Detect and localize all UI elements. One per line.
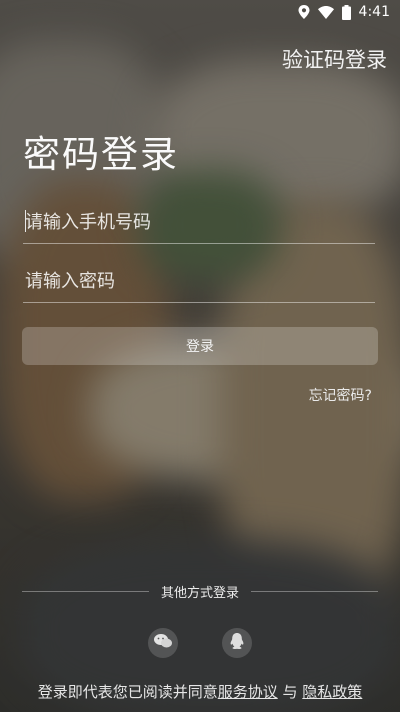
forgot-password-link[interactable]: 忘记密码? xyxy=(309,385,372,405)
password-field[interactable] xyxy=(23,260,379,303)
login-button[interactable]: 登录 xyxy=(22,327,378,365)
status-time: 4:41 xyxy=(358,4,390,20)
switch-to-sms-login-link[interactable]: 验证码登录 xyxy=(282,44,387,74)
login-button-label: 登录 xyxy=(186,339,214,355)
service-terms-link[interactable]: 服务协议 xyxy=(218,683,278,701)
text-cursor xyxy=(25,210,26,232)
divider-line-right xyxy=(251,590,379,592)
other-login-label: 其他方式登录 xyxy=(161,585,240,601)
qq-login-button[interactable] xyxy=(222,628,252,658)
phone-input[interactable] xyxy=(23,201,379,243)
agreement-prefix: 登录即代表您已阅读并同意 xyxy=(37,683,218,701)
password-input[interactable] xyxy=(23,260,379,302)
battery-icon xyxy=(341,4,351,20)
agreement-text: 登录即代表您已阅读并同意服务协议 与 隐私政策 xyxy=(0,681,400,702)
page-title: 密码登录 xyxy=(23,133,179,176)
qq-icon xyxy=(230,632,244,654)
agreement-conjunction: 与 xyxy=(282,683,298,701)
wechat-icon xyxy=(153,633,173,653)
divider-line-left xyxy=(22,590,149,592)
phone-field[interactable] xyxy=(23,201,379,244)
privacy-policy-link[interactable]: 隐私政策 xyxy=(302,683,362,701)
status-bar: 4:41 xyxy=(0,0,400,24)
location-icon xyxy=(298,5,310,19)
wechat-login-button[interactable] xyxy=(148,628,178,658)
other-login-divider: 其他方式登录 xyxy=(22,582,379,601)
wifi-icon xyxy=(317,5,334,19)
